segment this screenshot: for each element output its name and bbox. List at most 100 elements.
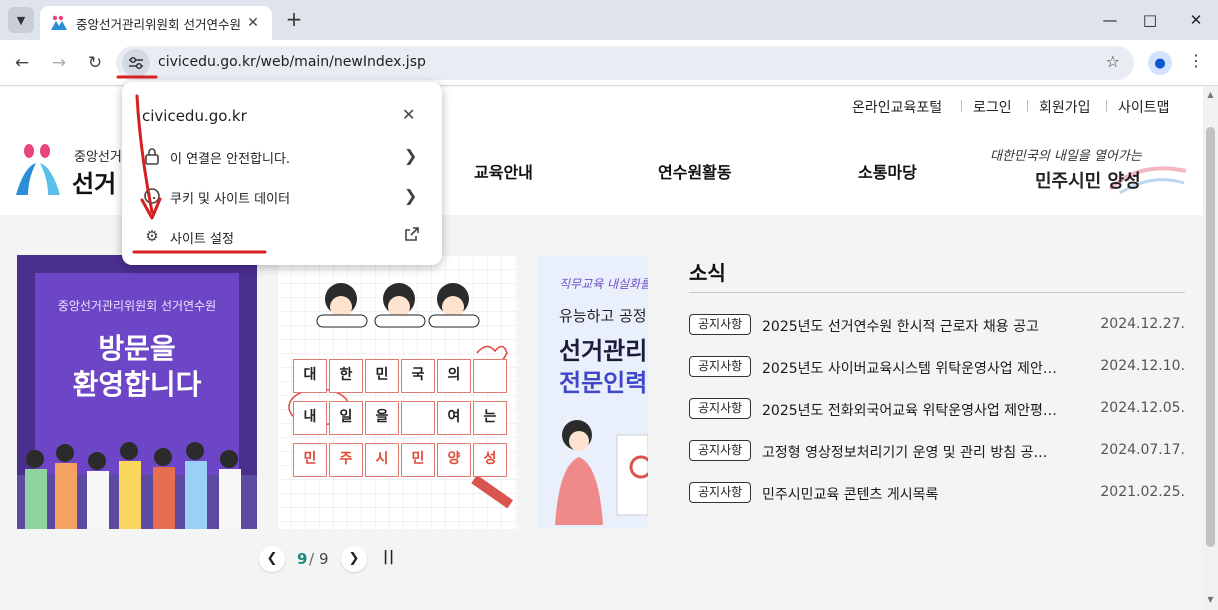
tab-search-button[interactable]: ▼ xyxy=(8,7,34,33)
cookie-icon xyxy=(142,187,162,207)
banner-training-subtitle: 유능하고 공정 xyxy=(559,307,647,325)
back-icon[interactable]: ← xyxy=(9,50,35,76)
scroll-down-icon[interactable]: ▼ xyxy=(1203,595,1218,604)
news-item[interactable]: 공지사항 고정형 영상정보처리기기 운영 및 관리 방침 공… 2024.07.… xyxy=(689,440,1185,462)
profile-avatar-icon[interactable]: ● xyxy=(1148,51,1172,75)
news-item[interactable]: 공지사항 2025년도 전화외국어교육 위탁운영사업 제안평… 2024.12.… xyxy=(689,398,1185,420)
grid-cell: 을 xyxy=(365,401,399,435)
grid-cell: 일 xyxy=(329,401,363,435)
url-text: civicedu.go.kr/web/main/newIndex.jsp xyxy=(158,54,426,70)
util-divider xyxy=(1027,100,1028,112)
reload-icon[interactable]: ↻ xyxy=(82,50,108,76)
popup-row-connection[interactable]: 이 연결은 안전합니다. ❯ xyxy=(122,139,442,175)
banner-training-headline-2: 전문인력 xyxy=(559,369,648,397)
address-bar[interactable]: civicedu.go.kr/web/main/newIndex.jsp ☆ xyxy=(116,46,1134,80)
grid-cell: 국 xyxy=(401,359,435,393)
util-link-sitemap[interactable]: 사이트맵 xyxy=(1118,97,1170,117)
news-item[interactable]: 공지사항 2025년도 사이버교육시스템 위탁운영사업 제안… 2024.12.… xyxy=(689,356,1185,378)
window-close-icon[interactable]: ✕ xyxy=(1184,8,1208,32)
banner-headline-1: 방문을 xyxy=(98,332,176,365)
scroll-up-icon[interactable]: ▲ xyxy=(1203,90,1218,99)
tab-title: 중앙선거관리위원회 선거연수원 xyxy=(76,16,241,32)
banner-org-text: 중앙선거관리위원회 선거연수원 xyxy=(57,299,217,313)
page-scrollbar[interactable]: ▲ ▼ xyxy=(1203,87,1218,610)
news-item-date: 2024.12.27. xyxy=(1100,316,1185,332)
lock-icon xyxy=(142,147,162,167)
slogan-line-1: 대한민국의 내일을 열어가는 xyxy=(990,149,1142,164)
grid-cell: 의 xyxy=(437,359,471,393)
grid-cell: 내 xyxy=(293,401,327,435)
news-item-title[interactable]: 2025년도 선거연수원 한시적 근로자 채용 공고 xyxy=(762,316,1072,336)
browser-toolbar: ← → ↻ civicedu.go.kr/web/main/newIndex.j… xyxy=(0,40,1218,86)
tab-active[interactable]: 중앙선거관리위원회 선거연수원 ✕ xyxy=(40,6,272,40)
news-item[interactable]: 공지사항 2025년도 선거연수원 한시적 근로자 채용 공고 2024.12.… xyxy=(689,314,1185,336)
popup-row-site-settings[interactable]: ⚙ 사이트 설정 xyxy=(122,219,442,255)
grid-cell: 민 xyxy=(365,359,399,393)
site-logo-icon[interactable] xyxy=(14,143,62,199)
news-divider xyxy=(689,292,1185,293)
nav-communication[interactable]: 소통마당 xyxy=(858,159,917,183)
slide-prev-button[interactable]: ❮ xyxy=(259,546,285,572)
browser-menu-icon[interactable]: ⋮ xyxy=(1186,51,1206,75)
banner-training[interactable]: 직무교육 내실화를 유능하고 공정 선거관리 전문인력 xyxy=(537,255,648,529)
popup-site-settings-label: 사이트 설정 xyxy=(170,232,234,247)
bookmark-star-icon[interactable]: ☆ xyxy=(1106,52,1120,71)
grid-cell: 는 xyxy=(473,401,507,435)
news-item-title[interactable]: 고정형 영상정보처리기기 운영 및 관리 방침 공… xyxy=(762,442,1072,462)
banner-training-headline-1: 선거관리 xyxy=(559,337,648,365)
chevron-right-icon: ❯ xyxy=(404,146,418,165)
news-item-title[interactable]: 2025년도 전화외국어교육 위탁운영사업 제안평… xyxy=(762,400,1072,420)
new-tab-button[interactable]: + xyxy=(282,8,306,32)
notice-badge: 공지사항 xyxy=(689,314,752,335)
popup-close-icon[interactable]: ✕ xyxy=(402,105,415,124)
grid-cell: 시 xyxy=(365,443,399,477)
popup-connection-label: 이 연결은 안전합니다. xyxy=(170,152,291,167)
util-divider xyxy=(1106,100,1107,112)
grid-cell: 주 xyxy=(329,443,363,477)
nav-education-info[interactable]: 교육안내 xyxy=(474,159,533,183)
grid-cell: 대 xyxy=(293,359,327,393)
grid-cell: 민 xyxy=(401,443,435,477)
title-bar: ▼ 중앙선거관리위원회 선거연수원 ✕ + — □ ✕ xyxy=(0,0,1218,40)
grid-cell xyxy=(401,401,435,435)
news-item[interactable]: 공지사항 민주시민교육 콘텐츠 게시목록 2021.02.25. xyxy=(689,482,1185,504)
tab-close-icon[interactable]: ✕ xyxy=(244,15,262,31)
news-item-title[interactable]: 2025년도 사이버교육시스템 위탁운영사업 제안… xyxy=(762,358,1072,378)
site-favicon-icon xyxy=(51,15,67,30)
notice-badge: 공지사항 xyxy=(689,398,752,419)
popup-row-cookies[interactable]: 쿠키 및 사이트 데이터 ❯ xyxy=(122,179,442,215)
nav-institute-activities[interactable]: 연수원활동 xyxy=(658,159,732,183)
scrollbar-thumb[interactable] xyxy=(1206,127,1215,547)
util-link-portal[interactable]: 온라인교육포털 xyxy=(852,97,942,117)
util-link-login[interactable]: 로그인 xyxy=(973,97,1012,117)
news-item-date: 2024.07.17. xyxy=(1100,442,1185,458)
woman-illustration xyxy=(555,420,648,525)
slogan-line-2: 민주시민 양성 xyxy=(1035,171,1141,192)
forward-icon[interactable]: → xyxy=(46,50,72,76)
news-item-date: 2024.12.10. xyxy=(1100,358,1185,374)
grid-cell: 양 xyxy=(437,443,471,477)
slide-next-button[interactable]: ❯ xyxy=(341,546,367,572)
grid-cell: 여 xyxy=(437,401,471,435)
news-item-title[interactable]: 민주시민교육 콘텐츠 게시목록 xyxy=(762,484,1072,504)
util-link-signup[interactable]: 회원가입 xyxy=(1039,97,1091,117)
notice-badge: 공지사항 xyxy=(689,482,752,503)
news-item-date: 2024.12.05. xyxy=(1100,400,1185,416)
banner-training-tagline: 직무교육 내실화를 xyxy=(559,277,648,291)
banner-democracy-grid[interactable]: 대 한 민 국 의 내 일 을 여 는 민 주 시 민 양 성 xyxy=(277,255,517,529)
grid-cell xyxy=(473,359,507,393)
slide-pause-button[interactable]: | | xyxy=(383,549,394,565)
maximize-icon[interactable]: □ xyxy=(1138,8,1162,32)
gear-icon: ⚙ xyxy=(145,227,159,245)
slide-separator: / xyxy=(309,550,315,568)
minimize-icon[interactable]: — xyxy=(1098,8,1122,32)
logo-org-text: 중앙선거 xyxy=(74,150,122,165)
popup-cookies-label: 쿠키 및 사이트 데이터 xyxy=(170,192,291,207)
people-illustration xyxy=(17,442,257,529)
grid-cell: 한 xyxy=(329,359,363,393)
banner-welcome[interactable]: 중앙선거관리위원회 선거연수원 방문을 환영합니다 xyxy=(17,255,257,529)
site-info-popup: civicedu.go.kr ✕ 이 연결은 안전합니다. ❯ 쿠키 및 사이트… xyxy=(122,82,442,265)
chevron-right-icon: ❯ xyxy=(404,186,418,205)
site-info-icon[interactable] xyxy=(122,49,150,77)
news-section-title: 소식 xyxy=(689,261,726,285)
